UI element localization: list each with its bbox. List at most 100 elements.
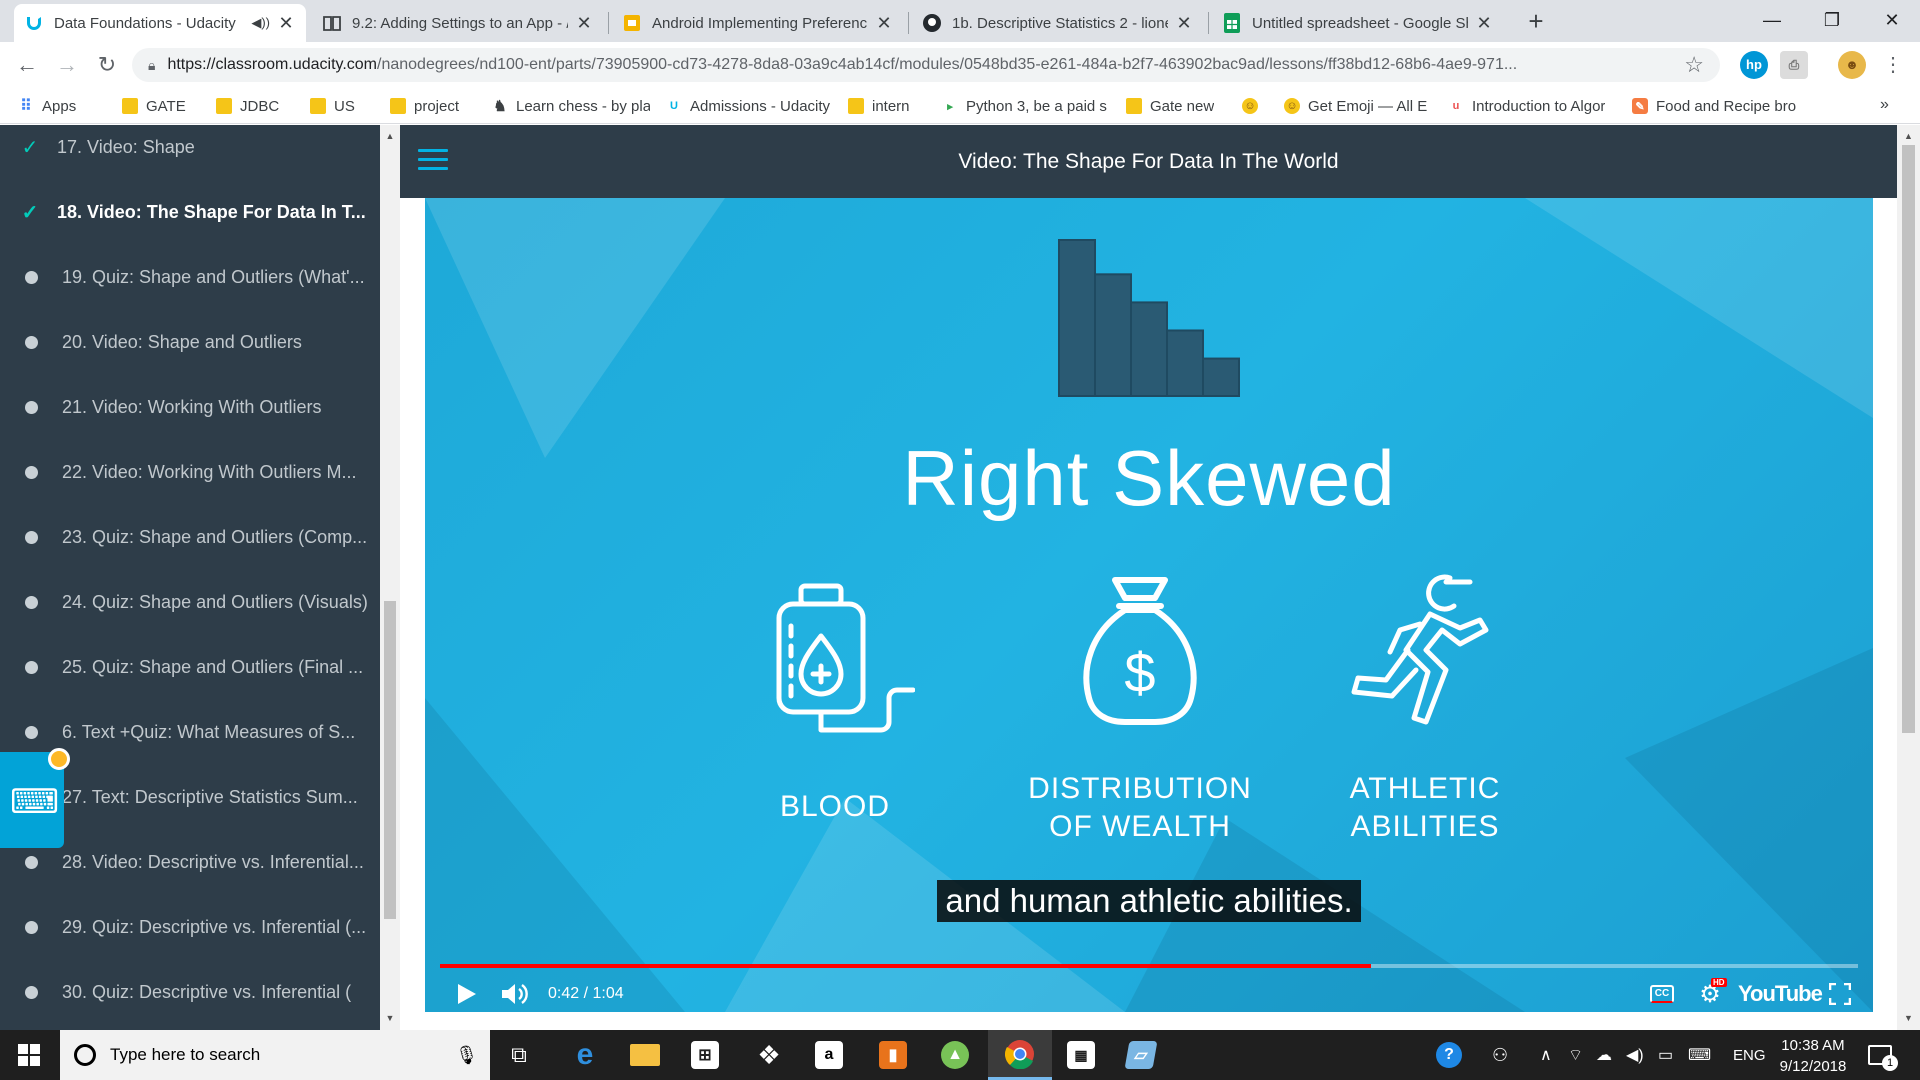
task-view-icon[interactable]: ⧉: [490, 1030, 548, 1080]
forward-button[interactable]: →: [52, 50, 82, 80]
sidebar-scroll-thumb[interactable]: [384, 601, 396, 919]
fullscreen-icon[interactable]: [1825, 976, 1855, 1012]
sidebar-lesson-item[interactable]: 30. Quiz: Descriptive vs. Inferential (: [0, 960, 380, 1025]
captions-button[interactable]: CC: [1650, 976, 1676, 1012]
chrome-icon[interactable]: [988, 1030, 1052, 1080]
bookmark-introduction-to-algor[interactable]: u Introduction to Algor: [1448, 95, 1616, 117]
file-explorer-icon[interactable]: [616, 1030, 674, 1080]
profile-avatar[interactable]: ☻: [1838, 51, 1866, 79]
language-indicator[interactable]: ENG: [1733, 1030, 1766, 1080]
speaker-icon[interactable]: ◀)): [251, 15, 270, 31]
sidebar-lesson-item[interactable]: ✓ 17. Video: Shape: [0, 125, 380, 180]
bookmark-learn-chess-by-play[interactable]: ♞ Learn chess - by play: [492, 95, 650, 117]
scroll-up-icon[interactable]: ▲: [384, 131, 396, 141]
taskbar-search[interactable]: Type here to search 🎙︎: [60, 1030, 490, 1080]
show-hidden-icons[interactable]: ∧: [1540, 1030, 1552, 1080]
bookmark-admissions-udacity[interactable]: U Admissions - Udacity: [666, 95, 832, 117]
address-bar[interactable]: 🔒︎ https://classroom.udacity.com/nanodeg…: [132, 48, 1720, 82]
sidebar-lesson-item[interactable]: 22. Video: Working With Outliers M...: [0, 440, 380, 505]
calculator-icon[interactable]: ▦: [1052, 1030, 1110, 1080]
menu-dots-icon[interactable]: ⋮: [1878, 50, 1908, 80]
url-text[interactable]: https://classroom.udacity.com/nanodegree…: [167, 56, 1674, 74]
hp-extension-icon[interactable]: hp: [1740, 51, 1768, 79]
scroll-down-icon[interactable]: ▼: [1902, 1013, 1915, 1023]
bookmark-label: Apps: [42, 97, 77, 115]
play-button[interactable]: [453, 976, 481, 1012]
bookmarks-overflow-button[interactable]: »: [1880, 96, 1889, 114]
bookmark-apps[interactable]: ⠿ Apps: [18, 95, 106, 117]
sidebar-lesson-item[interactable]: 21. Video: Working With Outliers: [0, 375, 380, 440]
video-player[interactable]: Right Skewed $ BLOOD DISTRIBUTION OF WEA…: [425, 198, 1873, 1012]
settings-gear-icon[interactable]: ⚙ HD: [1695, 976, 1727, 1012]
close-tab-icon[interactable]: ✕: [1174, 13, 1194, 34]
sidebar-lesson-item[interactable]: 25. Quiz: Shape and Outliers (Final ...: [0, 635, 380, 700]
scroll-down-icon[interactable]: ▼: [384, 1013, 396, 1023]
volume-icon[interactable]: [497, 976, 531, 1012]
bookmark-us[interactable]: US: [310, 95, 374, 117]
bookmark-intern[interactable]: intern: [848, 95, 926, 117]
bookmark-gate[interactable]: GATE: [122, 95, 200, 117]
taskbar-clock[interactable]: 10:38 AM 9/12/2018: [1770, 1035, 1856, 1077]
bookmark-get-emoji-all-e[interactable]: ☺ Get Emoji — All E: [1284, 95, 1432, 117]
battery-icon[interactable]: ▭: [1658, 1030, 1673, 1080]
keyboard-icon[interactable]: ⌨: [1688, 1030, 1711, 1080]
page-scroll-thumb[interactable]: [1902, 145, 1915, 733]
close-tab-icon[interactable]: ✕: [276, 13, 296, 34]
bookmark-project[interactable]: project: [390, 95, 476, 117]
start-button[interactable]: [0, 1030, 58, 1080]
tab-udacity[interactable]: Data Foundations - Udacity ◀)) ✕: [14, 4, 306, 42]
android-studio-icon[interactable]: ▲: [926, 1030, 984, 1080]
lock-icon[interactable]: 🔒︎: [148, 57, 155, 74]
back-button[interactable]: ←: [12, 50, 42, 80]
bookmark-emoji[interactable]: ☺: [1242, 95, 1268, 117]
bookmark-label: JDBC: [240, 97, 280, 115]
tab-adding-settings[interactable]: 9.2: Adding Settings to an App - / ✕: [312, 4, 604, 42]
people-icon[interactable]: ⚇: [1492, 1030, 1508, 1080]
bookmark-food-and-recipe-bro[interactable]: ✎ Food and Recipe bro: [1632, 95, 1804, 117]
video-progress-bar[interactable]: [440, 964, 1858, 968]
bookmark-python-3-be-a-paid-s[interactable]: ▸ Python 3, be a paid s: [942, 95, 1110, 117]
restore-button[interactable]: ❐: [1802, 0, 1862, 40]
tab-android-preferences[interactable]: Android Implementing Preferenc ✕: [612, 4, 904, 42]
cortana-icon[interactable]: [74, 1044, 96, 1066]
sidebar-scrollbar[interactable]: ▲ ▼: [380, 125, 400, 1030]
youtube-logo[interactable]: YouTube: [1738, 976, 1823, 1012]
close-tab-icon[interactable]: ✕: [1474, 13, 1494, 34]
close-window-button[interactable]: ✕: [1862, 0, 1920, 40]
sidebar-lesson-item[interactable]: ✓ 18. Video: The Shape For Data In T...: [0, 180, 380, 245]
sidebar-item-label: 19. Quiz: Shape and Outliers (What'...: [62, 267, 365, 287]
amazon-icon[interactable]: a: [800, 1030, 858, 1080]
page-scrollbar[interactable]: ▲ ▼: [1897, 125, 1920, 1030]
printer-extension-icon[interactable]: ⎙: [1780, 51, 1808, 79]
close-tab-icon[interactable]: ✕: [574, 13, 594, 34]
edge-icon[interactable]: e: [556, 1030, 614, 1080]
notes-icon[interactable]: ▱: [1112, 1030, 1170, 1080]
close-tab-icon[interactable]: ✕: [874, 13, 894, 34]
bookmark-gate-new[interactable]: Gate new: [1126, 95, 1226, 117]
sidebar-lesson-item[interactable]: 20. Video: Shape and Outliers: [0, 310, 380, 375]
wifi-icon[interactable]: ⌔: [1568, 1030, 1583, 1080]
dropbox-icon[interactable]: ❖: [740, 1030, 798, 1080]
blood-bag-icon: [776, 583, 915, 733]
action-center-icon[interactable]: 1: [1868, 1030, 1898, 1080]
bookmark-star-icon[interactable]: ☆: [1684, 52, 1704, 78]
onedrive-icon[interactable]: ☁: [1596, 1030, 1612, 1080]
office-icon[interactable]: ▮: [864, 1030, 922, 1080]
reload-button[interactable]: ↻: [92, 50, 122, 80]
minimize-button[interactable]: —: [1742, 0, 1802, 40]
sidebar-lesson-item[interactable]: 19. Quiz: Shape and Outliers (What'...: [0, 245, 380, 310]
store-icon[interactable]: ⊞: [676, 1030, 734, 1080]
tab-descriptive-statistics[interactable]: 1b. Descriptive Statistics 2 - lionel ✕: [912, 4, 1204, 42]
tab-spreadsheet[interactable]: Untitled spreadsheet - Google Sh ✕: [1212, 4, 1504, 42]
chat-widget-button[interactable]: ⌨: [0, 748, 70, 848]
bookmark-jdbc[interactable]: JDBC: [216, 95, 294, 117]
help-icon[interactable]: ?: [1436, 1030, 1462, 1080]
microphone-icon[interactable]: 🎙︎: [455, 1045, 478, 1066]
new-tab-button[interactable]: +: [1520, 6, 1552, 38]
sidebar-lesson-item[interactable]: 29. Quiz: Descriptive vs. Inferential (.…: [0, 895, 380, 960]
sidebar-lesson-item[interactable]: 24. Quiz: Shape and Outliers (Visuals): [0, 570, 380, 635]
scroll-up-icon[interactable]: ▲: [1902, 131, 1915, 141]
volume-tray-icon[interactable]: ◀): [1626, 1030, 1644, 1080]
sidebar-lesson-item[interactable]: 23. Quiz: Shape and Outliers (Comp...: [0, 505, 380, 570]
hamburger-menu-icon[interactable]: [418, 149, 448, 173]
